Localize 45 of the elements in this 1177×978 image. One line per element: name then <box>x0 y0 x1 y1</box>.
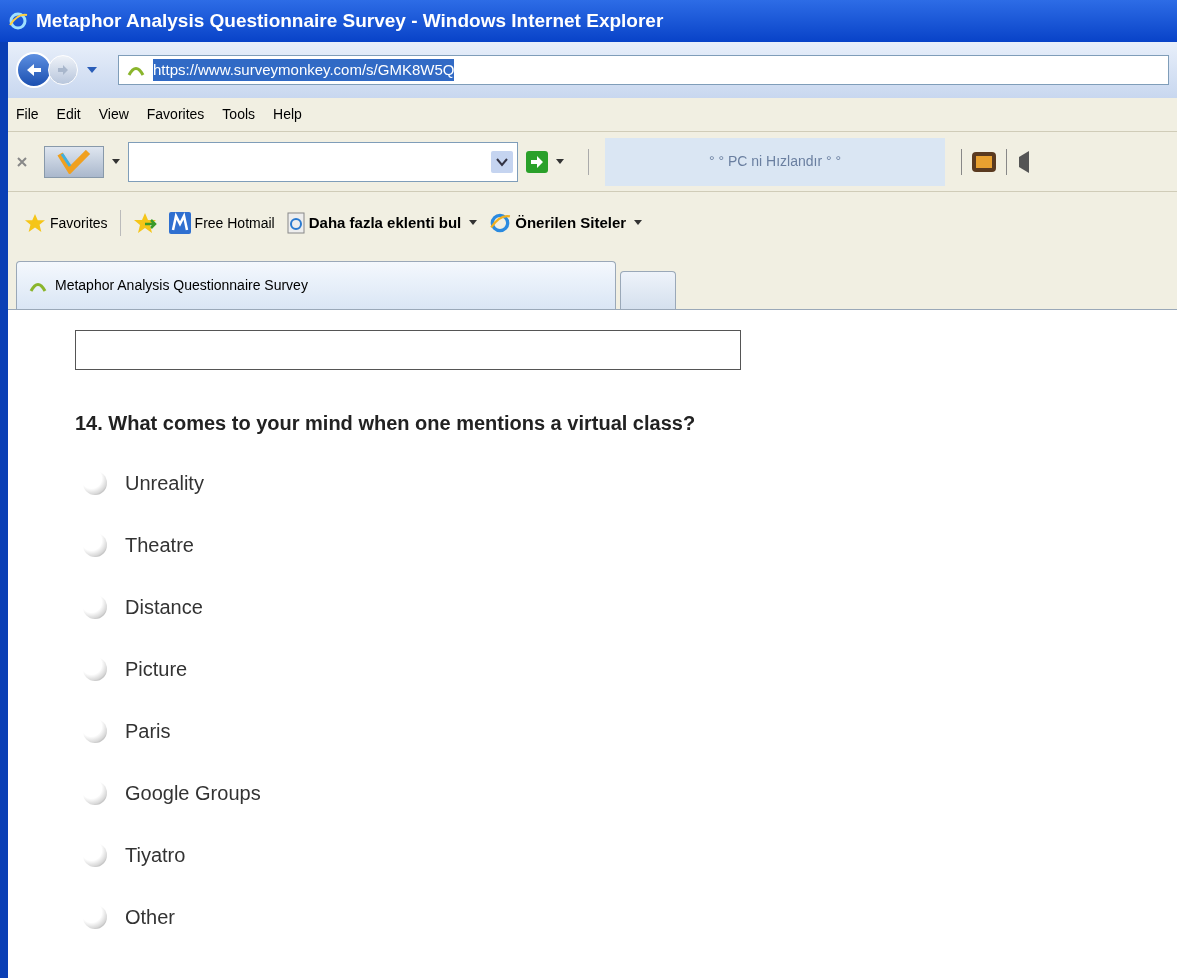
menu-item[interactable]: File <box>16 104 39 125</box>
back-arrow-icon <box>25 62 43 78</box>
menu-item[interactable]: Help <box>273 104 302 125</box>
caret-icon[interactable] <box>112 158 120 165</box>
browser-tab[interactable]: Metaphor Analysis Questionnaire Survey <box>16 261 616 309</box>
option-label: Tiyatro <box>125 843 186 868</box>
favorites-bar-item[interactable]: Free Hotmail <box>168 212 275 234</box>
option-label: Unreality <box>125 471 204 496</box>
menu-item[interactable]: Edit <box>56 104 81 125</box>
menu-item[interactable]: View <box>98 104 129 125</box>
address-field[interactable]: https://www.surveymonkey.com/s/GMK8W5Q <box>118 55 1169 85</box>
forward-arrow-icon <box>56 64 70 76</box>
browser-icon <box>489 212 512 234</box>
menu-item[interactable]: Favorites <box>146 104 205 125</box>
caret-icon <box>634 220 643 226</box>
text-input-field[interactable] <box>75 330 741 370</box>
menu-item[interactable]: Tools <box>222 104 256 125</box>
close-icon[interactable] <box>16 155 28 168</box>
option-label: Theatre <box>125 533 194 558</box>
dropdown-icon[interactable] <box>491 150 513 173</box>
m-logo-icon <box>168 212 191 234</box>
new-tab-button[interactable] <box>620 271 676 309</box>
search-field[interactable] <box>128 141 518 182</box>
option-label: Distance <box>125 595 203 620</box>
star-icon <box>24 213 46 233</box>
favorites-bar-item[interactable]: Önerilen Siteler <box>489 211 643 235</box>
option-label: Paris <box>125 719 171 744</box>
arc-icon <box>127 64 145 76</box>
url-text: https://www.surveymonkey.com/s/GMK8W5Q <box>153 58 455 82</box>
back-button[interactable] <box>16 52 52 88</box>
caret-icon[interactable] <box>86 66 98 74</box>
option-label: Other <box>125 905 176 930</box>
go-icon[interactable] <box>526 150 548 173</box>
caret-icon <box>469 220 478 226</box>
favorites-bar-item[interactable]: Favorites <box>24 212 108 234</box>
browser-icon <box>8 11 28 31</box>
toolbar-logo-button[interactable] <box>44 145 104 178</box>
window-title: Metaphor Analysis Questionnaire Survey - Windows Internet Explorer <box>36 8 664 33</box>
add-favorite-icon[interactable] <box>132 212 157 234</box>
option-label: Google Groups <box>125 781 261 806</box>
caret-icon[interactable] <box>556 158 564 165</box>
question-title: 14. What comes to your mind when one mentions a virtual class? <box>75 411 697 436</box>
option-label: Picture <box>125 657 188 682</box>
favorites-bar-item[interactable]: Daha fazla eklenti bul <box>286 211 478 235</box>
page-icon <box>286 212 305 234</box>
